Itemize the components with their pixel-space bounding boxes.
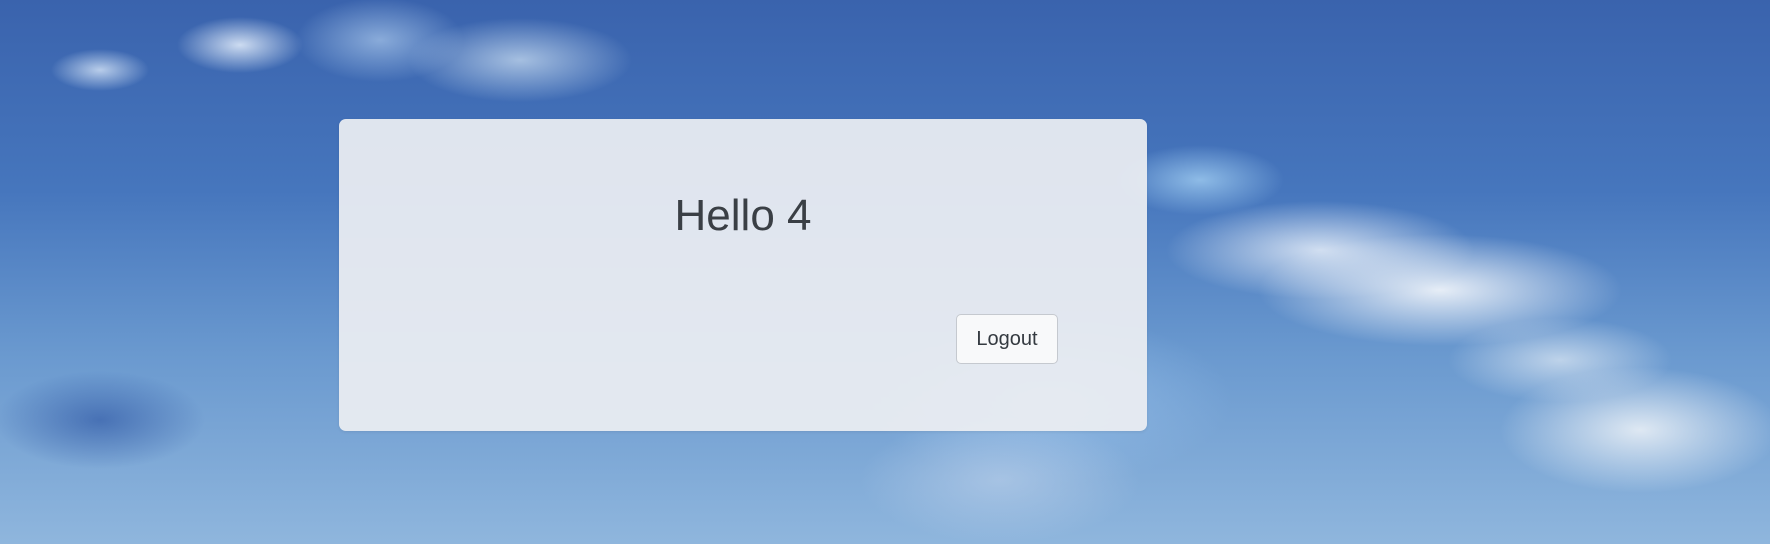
welcome-card: Hello 4 Logout — [339, 119, 1147, 431]
logout-button[interactable]: Logout — [956, 314, 1058, 364]
greeting-heading: Hello 4 — [339, 191, 1147, 241]
greeting-text: Hello 4 — [674, 191, 812, 240]
